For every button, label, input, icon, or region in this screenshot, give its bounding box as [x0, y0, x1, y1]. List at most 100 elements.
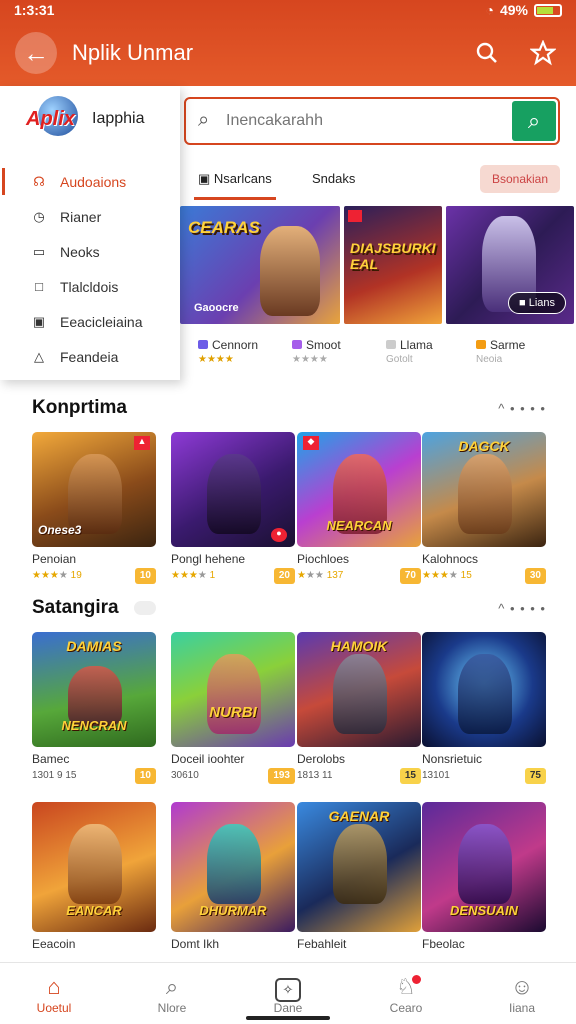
rating: 13101 [422, 770, 450, 781]
game-name: Kalohnocs [422, 552, 479, 566]
section-more-button[interactable]: ^ • • • • [498, 601, 546, 616]
search-icon: ⌕ [198, 109, 210, 131]
game-card[interactable]: DHURMAR Domt Ikh [171, 802, 295, 951]
favorite-button[interactable] [528, 38, 558, 68]
app-icon [476, 340, 486, 349]
battery-percent: 49% [499, 2, 528, 18]
banner-caption[interactable]: Llama Gotolt [386, 338, 433, 365]
game-name: Pongl hehene [171, 552, 246, 566]
game-card[interactable]: ● Pongl hehene ★★★★ 1 20 [171, 432, 295, 586]
price-badge: 20 [273, 568, 295, 584]
app-bar: 1:3:31 ◔ 49% ← Nplik Unmar [0, 0, 576, 86]
banner-caption[interactable]: Smoot ★★★★ [292, 338, 341, 365]
nav-games[interactable]: ✧ Dane [248, 973, 328, 1015]
game-name: Eeacoin [32, 937, 76, 951]
game-card[interactable]: EANCAR Eeacoin [32, 802, 156, 951]
tag-icon: ▲ [134, 436, 150, 450]
game-thumbnail: GAENAR [297, 802, 421, 932]
drawer-item-feandeia[interactable]: △ Feandeia [0, 339, 180, 374]
gamepad-icon: ☊ [33, 173, 45, 189]
drawer-menu: ☊ Audoaions ◷ Rianer ▭ Neoks □ Tlalcldois ▣ E… [0, 164, 180, 374]
play-icon: ■ [518, 297, 526, 309]
section-title: Satangira [32, 597, 119, 618]
game-thumbnail: DENSUAIN [422, 802, 546, 932]
banner-item[interactable]: CEARAS Gaoocre [180, 206, 340, 324]
game-name: Nonsrietuic [422, 752, 483, 766]
rating: 1301 9 15 [32, 770, 77, 781]
banner-caption[interactable]: Cennorn ★★★★ [198, 338, 258, 365]
app-icon [292, 340, 302, 349]
game-thumbnail [422, 632, 546, 747]
price-badge: 10 [134, 768, 156, 784]
banner-pill-button[interactable]: ■ Lians [507, 292, 566, 314]
calendar-icon: ▣ [32, 313, 46, 329]
square-icon: □ [35, 279, 43, 294]
battery-icon [534, 3, 562, 17]
app-logo: Aplix [26, 96, 82, 136]
game-thumbnail: ◆ NEARCAN [297, 432, 421, 547]
game-card[interactable]: DAGCK Kalohnocs ★★★★ 15 30 [422, 432, 546, 586]
tag-icon: ◆ [303, 436, 319, 450]
section-badge [134, 601, 156, 615]
game-thumbnail: DAMIAS NENCRAN [32, 632, 156, 747]
app-title: Nplik Unmar [72, 40, 194, 65]
section-title: Konprtima [32, 397, 127, 418]
game-card[interactable]: GAENAR Febahleit [297, 802, 421, 951]
drawer-item-neoks[interactable]: ▭ Neoks [0, 234, 180, 269]
game-card[interactable]: NURBI Doceil ioohter 30610 193 [171, 632, 295, 786]
game-name: Derolobs [297, 752, 346, 766]
banner-item[interactable]: DIAJSBURKIEAL [344, 206, 442, 324]
bsonakian-button[interactable]: Bsonakian [480, 165, 560, 193]
profile-icon: ☺ [510, 974, 534, 999]
game-name: Febahleit [297, 937, 347, 951]
search-submit-button[interactable]: ⌕ [512, 101, 556, 141]
drawer-item-tlalcldois[interactable]: □ Tlalcldois [0, 269, 180, 304]
game-thumbnail: ▲ Onese3 [32, 432, 156, 547]
tab-nsarlcans[interactable]: ▣ Nsarlcans [194, 171, 276, 200]
price-badge: 193 [268, 768, 295, 784]
game-thumbnail: DHURMAR [171, 802, 295, 932]
section-more-button[interactable]: ^ • • • • [498, 401, 546, 416]
game-card[interactable]: DAMIAS NENCRAN Bamec 1301 9 15 10 [32, 632, 156, 786]
tab-icon: ▣ [198, 171, 211, 186]
game-card[interactable]: Nonsrietuic 13101 75 [422, 632, 546, 786]
banner-carousel: CEARAS Gaoocre DIAJSBURKIEAL ■ Lians [180, 206, 576, 324]
game-thumbnail: EANCAR [32, 802, 156, 932]
price-badge: 75 [524, 768, 546, 784]
back-button[interactable]: ← [15, 32, 57, 74]
chart-icon: ▭ [32, 243, 46, 259]
nav-search[interactable]: ⌕ Nlore [132, 973, 212, 1015]
price-badge: 10 [134, 568, 156, 584]
search-bar: ⌕ ⌕ [184, 97, 560, 145]
game-card[interactable]: ◆ NEARCAN Piochloes ★★★ 137 70 [297, 432, 421, 586]
drawer-item-audoaions[interactable]: ☊ Audoaions [0, 164, 180, 199]
triangle-icon: △ [34, 348, 44, 364]
tab-sndaks[interactable]: Sndaks [312, 171, 355, 186]
game-card[interactable]: HAMOIK Derolobs 1813 11 15 [297, 632, 421, 786]
clock-icon: ◷ [33, 208, 45, 224]
game-name: Bamec [32, 752, 70, 766]
rating: ★★★★ 1 [171, 570, 216, 581]
banner-captions: Cennorn ★★★★ Smoot ★★★★ Llama Gotolt Sar… [180, 330, 576, 378]
tab-bar: ▣ Nsarlcans Sndaks Bsonakian [180, 156, 576, 202]
rating: ★★★ 137 [297, 570, 344, 581]
banner-caption[interactable]: Sarme Neoia [476, 338, 525, 365]
banner-title: DIAJSBURKIEAL [350, 240, 436, 272]
game-card[interactable]: DENSUAIN Fbeolac [422, 802, 546, 951]
search-button[interactable] [472, 38, 502, 68]
nav-notifications[interactable]: ♘ Cearo [366, 973, 446, 1015]
game-card[interactable]: ▲ Onese3 Penoian ★★★★ 19 10 [32, 432, 156, 586]
home-indicator [246, 1016, 330, 1020]
drawer-item-rianer[interactable]: ◷ Rianer [0, 199, 180, 234]
price-badge: 70 [399, 568, 421, 584]
nav-profile[interactable]: ☺ Iiana [482, 973, 562, 1015]
game-name: Domt Ikh [171, 937, 220, 951]
nav-home[interactable]: ⌂ Uoetul [14, 973, 94, 1015]
drawer-item-eeacicleiaina[interactable]: ▣ Eeacicleiaina [0, 304, 180, 339]
banner-item[interactable]: ■ Lians [446, 206, 574, 324]
search-input[interactable] [226, 108, 496, 134]
rating: 1813 11 [297, 770, 333, 781]
status-bar: 1:3:31 ◔ 49% [0, 0, 576, 22]
box-icon: ✧ [275, 978, 301, 1002]
app-icon [386, 340, 396, 349]
